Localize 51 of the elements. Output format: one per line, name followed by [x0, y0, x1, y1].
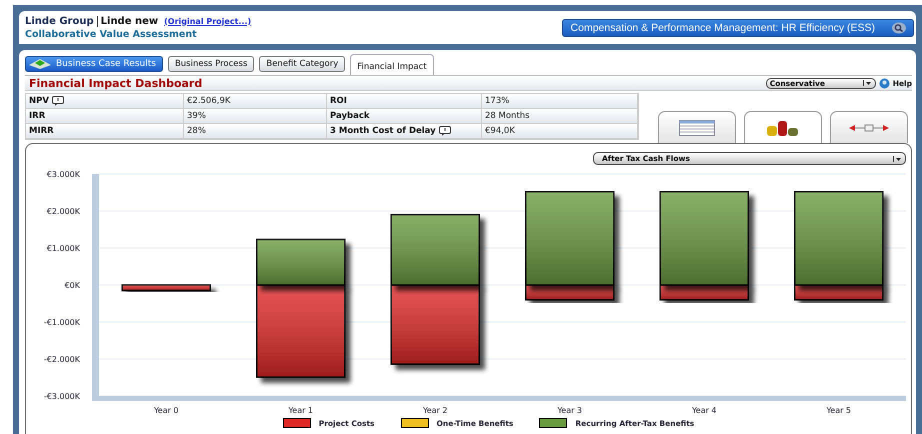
metric-value: 39% [187, 111, 206, 121]
cube-icon [28, 58, 52, 70]
context-button[interactable]: Compensation & Performance Management: HR Efficiency (ESS) [562, 18, 914, 36]
tab[interactable]: Benefit Category [259, 56, 346, 72]
y-axis-label: -€3.000K [44, 392, 80, 401]
y-axis-label: €3.000K [46, 170, 80, 179]
metric-value: 28 Months [485, 111, 530, 121]
company-name: Linde Group [25, 16, 94, 26]
comment-icon[interactable] [52, 96, 64, 106]
x-axis-label: Year 0 [154, 406, 179, 415]
metric-value: 173% [485, 96, 510, 106]
x-axis-label: Year 5 [826, 406, 852, 415]
view-tab[interactable] [830, 111, 908, 143]
tab[interactable]: Business Process [168, 56, 254, 72]
search-icon [891, 22, 907, 34]
view-tab[interactable] [658, 111, 736, 143]
view-tab[interactable] [744, 111, 822, 143]
y-axis-label: €2.000K [46, 207, 80, 216]
caret-icon [893, 156, 902, 162]
y-axis-label: -€1.000K [44, 318, 80, 327]
y-axis-label: €1.000K [46, 244, 80, 253]
metric-label: MIRR [29, 126, 54, 136]
app-subtitle: Collaborative Value Assessment [25, 28, 198, 40]
x-axis-label: Year 2 [422, 406, 448, 415]
tab[interactable]: Financial Impact [350, 54, 434, 75]
y-axis-label: -€2.000K [44, 355, 80, 364]
metric-label: NPV [29, 96, 49, 106]
legend-swatch [400, 418, 429, 428]
slider-icon [849, 122, 889, 132]
x-axis-label: Year 1 [288, 406, 314, 415]
caret-icon [862, 80, 872, 86]
x-axis-label: Year 3 [557, 406, 582, 415]
legend-swatch [282, 418, 311, 428]
table-icon [679, 120, 715, 136]
dashboard-title: Financial Impact Dashboard [28, 76, 202, 90]
metric-value: €94,0K [485, 126, 515, 136]
bar-chart-icon [765, 120, 801, 136]
help-icon [878, 78, 890, 88]
metric-value: €2.506,9K [187, 96, 230, 106]
project-name: Linde new [100, 16, 158, 26]
y-axis-label: €0K [64, 281, 80, 290]
comment-icon[interactable] [438, 126, 451, 136]
original-project-link[interactable]: (Original Project...) [164, 16, 252, 26]
metric-label: IRR [29, 111, 46, 121]
metric-label: Payback [330, 111, 370, 121]
legend-swatch [539, 418, 568, 428]
x-axis-label: Year 4 [692, 406, 717, 415]
metric-value: 28% [187, 126, 206, 136]
metric-label: 3 Month Cost of Delay [330, 126, 436, 136]
business-case-results-button[interactable]: Business Case Results [25, 56, 163, 72]
metric-label: ROI [330, 96, 347, 106]
